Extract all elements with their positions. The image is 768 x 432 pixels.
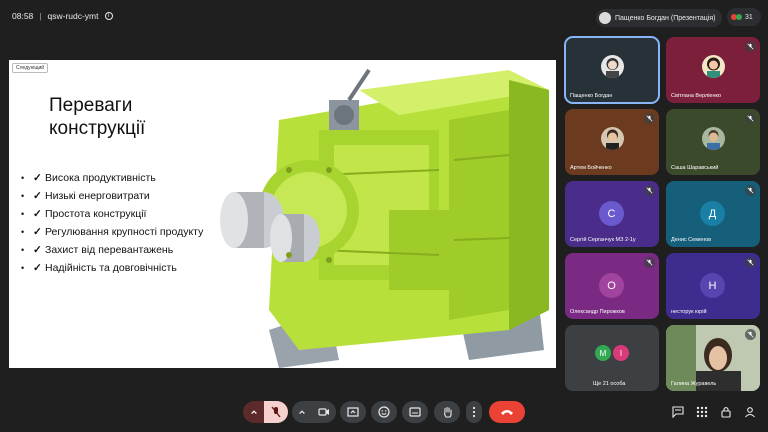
participant-name: несторук юрій (671, 309, 707, 315)
meeting-code: qsw-rudc-ymt (47, 11, 99, 21)
mic-off-icon (644, 257, 655, 268)
top-bar: 08:58 | qsw-rudc-ymt i Пащенко Богдан (П… (0, 0, 768, 34)
presenter-chip[interactable]: Пащенко Богдан (Презентація) (596, 9, 722, 27)
presenter-label: Пащенко Богдан (Презентація) (615, 14, 716, 22)
participant-name: Ще 21 особа (593, 381, 626, 387)
chevron-up-icon (251, 410, 257, 415)
participant-tile[interactable]: Н несторук юрій (666, 253, 760, 319)
avatar (702, 127, 725, 150)
crusher-machine-image (220, 68, 549, 368)
participant-tile[interactable]: Артем Бойченко (565, 109, 659, 175)
participant-name: Сергій Серганчук МЗ 2-1у (570, 237, 636, 243)
end-call-button[interactable] (489, 401, 525, 423)
mic-off-icon (745, 329, 756, 340)
slide-badge: Следующий (12, 63, 49, 73)
mic-off-icon (745, 41, 756, 52)
video-options-button[interactable] (292, 401, 312, 423)
avatar-letter: Д (700, 201, 725, 226)
meet-window: 08:58 | qsw-rudc-ymt i Пащенко Богдан (П… (0, 0, 768, 432)
more-icon (472, 406, 476, 418)
chat-button[interactable] (671, 405, 685, 419)
participant-tile[interactable]: Саша Шаравський (666, 109, 760, 175)
list-item: • ✓ Надійність та довговічність (21, 262, 177, 274)
info-icon[interactable]: i (104, 12, 113, 20)
presenter-avatar (599, 12, 611, 24)
audio-options-button[interactable] (243, 401, 265, 423)
participant-name: Денис Семенов (671, 237, 712, 243)
list-item: • ✓ Захист від перевантажень (21, 244, 174, 256)
avatar-letter: M (595, 345, 611, 361)
more-options-button[interactable] (466, 401, 482, 423)
list-item: • ✓ Простота конструкції (21, 208, 147, 220)
avatar (702, 55, 725, 78)
meeting-info: 08:58 | qsw-rudc-ymt i (12, 11, 113, 21)
avatar-dot (736, 14, 742, 20)
participant-name: Саша Шаравський (671, 165, 719, 171)
participant-tile[interactable]: О Олександр Пирожков (565, 253, 659, 319)
participant-name: Артем Бойченко (570, 165, 612, 171)
separator: | (39, 11, 42, 21)
slide-title: Переваги конструкції (49, 94, 145, 140)
avatar-letter: О (599, 273, 624, 298)
presentation-slide: Следующий Переваги конструкції • ✓ Висока … (9, 60, 556, 368)
mic-off-icon (745, 113, 756, 124)
mic-off-icon (745, 185, 756, 196)
participant-tile[interactable]: Д Денис Семенов (666, 181, 760, 247)
activities-button[interactable] (695, 405, 709, 419)
mic-off-icon (745, 257, 756, 268)
raise-hand-icon (443, 406, 452, 418)
list-item: • ✓ Регулювання крупності продукту (21, 226, 204, 238)
participant-name: Олександр Пирожков (570, 309, 625, 315)
chat-icon (672, 406, 684, 418)
present-button[interactable] (340, 401, 366, 423)
people-count: 31 (745, 13, 753, 21)
people-icon (745, 407, 755, 418)
emoji-button[interactable] (371, 401, 397, 423)
slide-title-line2: конструкції (49, 118, 146, 139)
avatar-letter: Н (700, 273, 725, 298)
captions-icon (409, 407, 421, 417)
mic-off-icon (271, 406, 281, 418)
avatar (601, 55, 624, 78)
mic-toggle-button[interactable] (264, 401, 288, 423)
participant-tile[interactable]: Пащенко Богдан (564, 36, 660, 104)
mic-off-icon (644, 185, 655, 196)
mic-off-icon (644, 113, 655, 124)
participant-name: Світлана Верліенко (671, 93, 722, 99)
people-count-chip[interactable]: 31 (727, 8, 761, 26)
participant-name: Пащенко Богдан (570, 93, 613, 99)
captions-button[interactable] (402, 401, 428, 423)
participant-name: Галина Журавель (671, 381, 717, 387)
list-item: • ✓ Висока продуктивність (21, 172, 156, 184)
slide-bullet-list: • ✓ Висока продуктивність • ✓ Низькі енергов… (21, 169, 203, 277)
participant-tile[interactable]: Галина Журавель (666, 325, 760, 391)
lock-icon (721, 406, 731, 418)
meeting-time: 08:58 (12, 11, 34, 21)
slide-title-line1: Переваги (49, 95, 133, 116)
camera-toggle-button[interactable] (312, 401, 336, 423)
end-call-icon (501, 410, 513, 415)
avatar-letter: С (599, 201, 624, 226)
grid-icon (696, 406, 708, 418)
more-participants-tile[interactable]: M I Ще 21 особа (565, 325, 659, 391)
participant-tile[interactable]: Світлана Верліенко (666, 37, 760, 103)
participant-tile[interactable]: С Сергій Серганчук МЗ 2-1у (565, 181, 659, 247)
list-item: • ✓ Низькі енерговитрати (21, 190, 150, 202)
avatar-letter: I (613, 345, 629, 361)
host-controls-button[interactable] (719, 405, 733, 419)
avatar (601, 127, 624, 150)
camera-icon (318, 408, 329, 416)
raise-hand-button[interactable] (434, 401, 460, 423)
emoji-icon (378, 406, 390, 418)
companion-button[interactable] (743, 405, 757, 419)
chevron-up-icon (299, 410, 305, 415)
present-icon (347, 406, 359, 417)
